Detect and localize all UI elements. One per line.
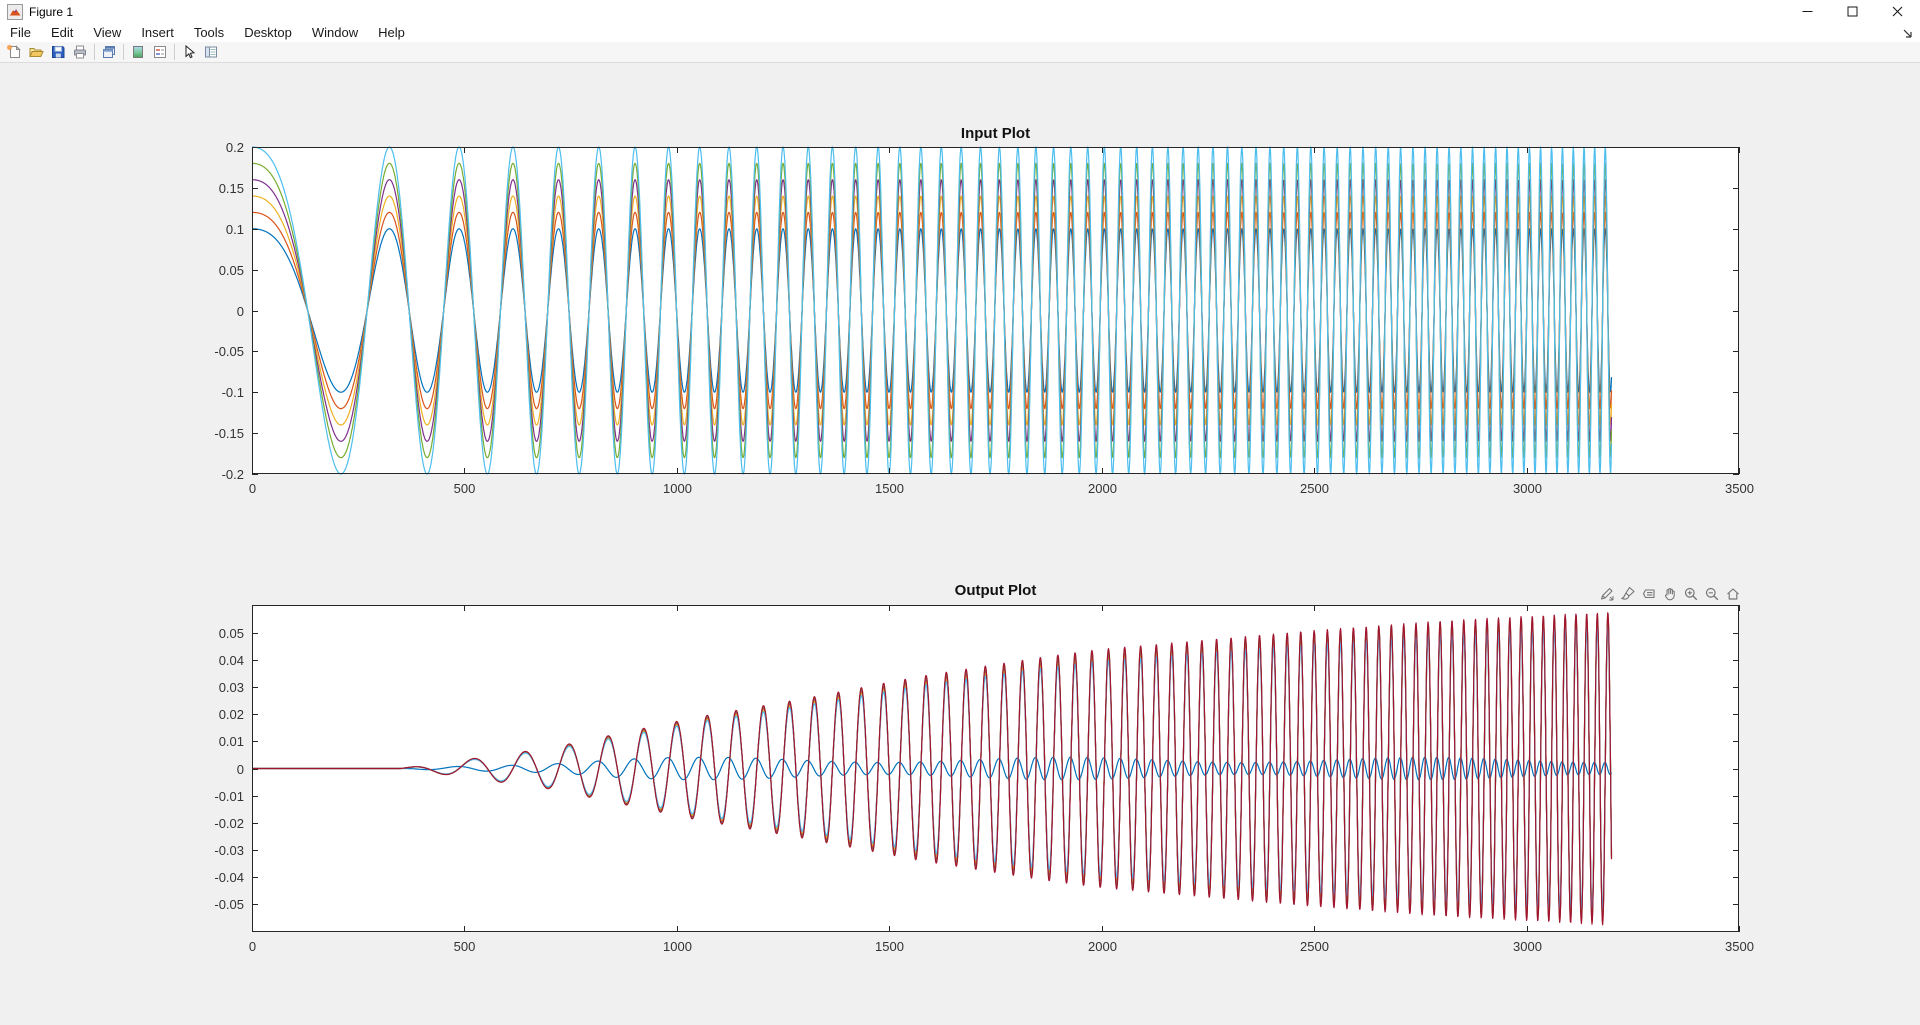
- toolbar-separator: [174, 44, 175, 60]
- x-tick-label: 3000: [1513, 481, 1542, 496]
- y-tick-label: 0.02: [219, 707, 244, 722]
- axes-toolbar: [1598, 584, 1746, 603]
- figure-window: 0 500 1000 1500 2000 2500 3000 3500 -0.2 -0.15 -0.…: [0, 0, 1920, 1025]
- input-plot-title: Input Plot: [252, 125, 1739, 142]
- datatips-button[interactable]: [1640, 585, 1658, 603]
- y-tick-label: -0.04: [214, 870, 244, 885]
- property-inspector-icon: [203, 44, 219, 60]
- new-figure-icon: [6, 44, 22, 60]
- x-tick-label: 2000: [1088, 939, 1117, 954]
- y-tick-label: -0.05: [214, 897, 244, 912]
- insert-colorbar-button[interactable]: [127, 43, 149, 62]
- matlab-logo-icon: [7, 4, 23, 20]
- x-tick-label: 500: [454, 939, 476, 954]
- close-icon: [1892, 6, 1903, 17]
- y-tick-label: 0.2: [226, 140, 244, 155]
- x-tick-label: 3500: [1725, 481, 1754, 496]
- open-file-icon: [28, 44, 44, 60]
- edit-plot-button[interactable]: [178, 43, 200, 62]
- y-tick-label: 0.05: [219, 263, 244, 278]
- x-tick-label: 0: [249, 939, 256, 954]
- x-tick-label: 2500: [1300, 939, 1329, 954]
- insert-legend-icon: [152, 44, 168, 60]
- figure-canvas: 0 500 1000 1500 2000 2500 3000 3500 -0.2 -0.15 -0.…: [0, 0, 1920, 1025]
- link-plot-icon: [101, 44, 117, 60]
- close-button[interactable]: [1875, 0, 1920, 23]
- menu-item-help[interactable]: Help: [368, 24, 415, 41]
- restore-view-button[interactable]: [1724, 585, 1742, 603]
- y-tick-label: 0.1: [226, 222, 244, 237]
- menu-item-tools[interactable]: Tools: [184, 24, 234, 41]
- minimize-button[interactable]: [1785, 0, 1830, 23]
- x-tick-label: 3500: [1725, 939, 1754, 954]
- y-tick-label: 0.03: [219, 680, 244, 695]
- print-figure-button[interactable]: [69, 43, 91, 62]
- save-figure-button[interactable]: [47, 43, 69, 62]
- export-button[interactable]: [1598, 585, 1616, 603]
- y-tick-label: -0.02: [214, 816, 244, 831]
- toolbar-separator: [94, 44, 95, 60]
- y-tick-label: 0: [237, 762, 244, 777]
- menu-bar: File Edit View Insert Tools Desktop Wind…: [0, 23, 1920, 42]
- maximize-icon: [1847, 6, 1858, 17]
- export-icon: [1599, 586, 1615, 602]
- menu-item-window[interactable]: Window: [302, 24, 368, 41]
- y-tick-label: -0.05: [214, 344, 244, 359]
- y-tick-label: 0: [237, 304, 244, 319]
- restore-view-icon: [1725, 586, 1741, 602]
- maximize-button[interactable]: [1830, 0, 1875, 23]
- title-bar: Figure 1: [0, 0, 1920, 23]
- x-tick-label: 1000: [663, 939, 692, 954]
- y-tick-label: 0.05: [219, 626, 244, 641]
- x-tick-label: 1500: [875, 939, 904, 954]
- zoom-in-icon: [1683, 586, 1699, 602]
- pan-button[interactable]: [1661, 585, 1679, 603]
- output-plot-title: Output Plot: [252, 582, 1739, 599]
- zoom-out-button[interactable]: [1703, 585, 1721, 603]
- y-tick-label: 0.01: [219, 734, 244, 749]
- x-tick-label: 3000: [1513, 939, 1542, 954]
- menu-item-file[interactable]: File: [0, 24, 41, 41]
- y-tick-label: 0.04: [219, 653, 244, 668]
- window-controls: [1785, 0, 1920, 23]
- menu-item-edit[interactable]: Edit: [41, 24, 83, 41]
- property-inspector-button[interactable]: [200, 43, 222, 62]
- menu-item-desktop[interactable]: Desktop: [234, 24, 302, 41]
- x-tick-label: 1500: [875, 481, 904, 496]
- y-tick-label: -0.15: [214, 426, 244, 441]
- x-tick-label: 500: [454, 481, 476, 496]
- y-tick-label: -0.01: [214, 789, 244, 804]
- y-tick-label: 0.15: [219, 181, 244, 196]
- menu-item-view[interactable]: View: [83, 24, 131, 41]
- new-figure-button[interactable]: [3, 43, 25, 62]
- y-tick-label: -0.03: [214, 843, 244, 858]
- y-tick-label: -0.1: [222, 385, 244, 400]
- y-tick-label: -0.2: [222, 467, 244, 482]
- x-tick-label: 2000: [1088, 481, 1117, 496]
- figure-toolbar: [0, 42, 1920, 63]
- edit-plot-icon: [181, 44, 197, 60]
- x-tick-label: 2500: [1300, 481, 1329, 496]
- minimize-icon: [1802, 6, 1813, 17]
- datatips-icon: [1641, 586, 1657, 602]
- toolbar-overflow-arrow-icon[interactable]: [1902, 27, 1914, 39]
- window-title: Figure 1: [29, 5, 73, 19]
- brush-button[interactable]: [1619, 585, 1637, 603]
- toolbar-separator: [123, 44, 124, 60]
- menu-item-insert[interactable]: Insert: [131, 24, 184, 41]
- brush-icon: [1620, 586, 1636, 602]
- insert-legend-button[interactable]: [149, 43, 171, 62]
- zoom-out-icon: [1704, 586, 1720, 602]
- pan-icon: [1662, 586, 1678, 602]
- print-figure-icon: [72, 44, 88, 60]
- open-file-button[interactable]: [25, 43, 47, 62]
- save-figure-icon: [50, 44, 66, 60]
- insert-colorbar-icon: [130, 44, 146, 60]
- zoom-in-button[interactable]: [1682, 585, 1700, 603]
- x-tick-label: 1000: [663, 481, 692, 496]
- x-tick-label: 0: [249, 481, 256, 496]
- link-plot-button[interactable]: [98, 43, 120, 62]
